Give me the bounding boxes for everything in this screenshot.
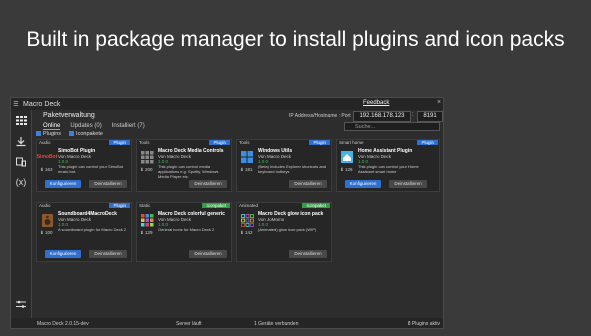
card-downloads: ⬇ 181: [240, 167, 253, 172]
card-downloads: ⬇ 100: [40, 230, 53, 235]
filter-row: Plugins Iconpakete: [36, 131, 103, 137]
ip-label: IP Address/Hostname : Port: [289, 113, 351, 119]
version-label: Macro Deck 2.0.15-dev: [37, 321, 89, 327]
package-card: Audio Plugin SimoBot SimoBot Plugin Von …: [36, 139, 132, 192]
configure-button[interactable]: Konfigurieren: [45, 180, 81, 188]
uninstall-button[interactable]: Deinstallieren: [189, 180, 227, 188]
card-badge: Plugin: [209, 140, 230, 145]
card-badge: Plugin: [109, 140, 130, 145]
card-description: (Animated) glow icon pack (WIP): [258, 227, 317, 232]
close-icon[interactable]: ×: [437, 99, 441, 106]
uninstall-button[interactable]: Deinstallieren: [289, 180, 327, 188]
window-menu-icon[interactable]: ☰: [11, 101, 21, 108]
configure-button[interactable]: Konfigurieren: [45, 250, 81, 258]
card-description: This plugin can control your Home Assist…: [358, 164, 419, 174]
tab-bar: Online Updates (0) Installiert (7): [43, 123, 145, 130]
status-bar: Macro Deck 2.0.15-dev Server läuft 1 Ger…: [11, 318, 443, 328]
uninstall-button[interactable]: Deinstallieren: [89, 180, 127, 188]
card-badge: Iconpaket: [302, 203, 330, 208]
package-manager: Paketverwaltung Online Updates (0) Insta…: [32, 110, 443, 318]
uninstall-button[interactable]: Deinstallieren: [189, 250, 227, 258]
card-badge: Plugin: [109, 203, 130, 208]
package-card: Static Iconpaket Macro Deck colorful gen…: [136, 202, 232, 262]
title-bar: ☰ Macro Deck Feedback ×: [11, 98, 443, 110]
ip-address-field[interactable]: 192.168.178.123: [353, 111, 411, 122]
card-category: Smart home: [339, 140, 364, 145]
card-category: Audio: [39, 140, 51, 145]
card-downloads: ⬇ 163: [40, 167, 53, 172]
glow-grid-icon: [240, 213, 254, 227]
card-category: Animated: [239, 203, 259, 208]
windows-icon: [240, 150, 254, 164]
package-card: Smart home Plugin Home Assistant Plugin …: [336, 139, 440, 192]
port-field[interactable]: 8191: [417, 111, 443, 122]
icon-grid-icon: [140, 213, 154, 227]
devices-icon[interactable]: [14, 157, 28, 169]
plugins-filter-checkbox[interactable]: Plugins: [36, 131, 61, 137]
package-card: Tools Plugin Macro Deck Media Controls V…: [136, 139, 232, 192]
home-icon: [340, 150, 354, 164]
page-title: Paketverwaltung: [43, 112, 95, 119]
media-grid-icon: [140, 150, 154, 164]
tab-online[interactable]: Online: [43, 123, 61, 130]
card-downloads: ⬇ 142: [240, 230, 253, 235]
connected-devices: 1 Geräte verbunden: [254, 321, 299, 327]
card-description: This plugin can control media applicatio…: [158, 164, 219, 179]
settings-icon[interactable]: [14, 300, 28, 312]
iconpacks-filter-label: Iconpakete: [76, 131, 103, 137]
card-description: This plugin can control your SimoBot mus…: [58, 164, 124, 174]
iconpacks-filter-checkbox[interactable]: Iconpakete: [69, 131, 103, 137]
simobot-icon: SimoBot: [36, 154, 58, 160]
port-separator: :: [412, 112, 414, 118]
search-input[interactable]: Suche...: [344, 122, 440, 131]
card-badge: Plugin: [417, 140, 438, 145]
configure-button[interactable]: Konfigurieren: [345, 180, 381, 188]
card-downloads: ⬇ 129: [140, 230, 153, 235]
card-category: Audio: [39, 203, 51, 208]
variables-icon[interactable]: (x): [14, 176, 28, 188]
feedback-link[interactable]: Feedback: [363, 100, 389, 106]
uninstall-button[interactable]: Deinstallieren: [389, 180, 427, 188]
card-downloads: ⬇ 126: [340, 167, 353, 172]
card-description: (Beta) Includes Explorer shortcuts and k…: [258, 164, 327, 174]
card-badge: Iconpaket: [202, 203, 230, 208]
server-status: Server läuft: [176, 321, 202, 327]
promo-caption: Built in package manager to install plug…: [26, 28, 565, 51]
uninstall-button[interactable]: Deinstallieren: [289, 250, 327, 258]
card-description: General icons for Macro Deck 2: [158, 227, 215, 232]
card-category: Static: [139, 203, 151, 208]
uninstall-button[interactable]: Deinstallieren: [89, 250, 127, 258]
package-card: Tools Plugin Windows Utils Von Macro Dec…: [236, 139, 332, 192]
sidebar: (x): [11, 110, 32, 318]
window-title: Macro Deck: [23, 100, 61, 108]
tab-updates[interactable]: Updates (0): [70, 123, 101, 130]
plugins-filter-label: Plugins: [43, 131, 62, 137]
active-plugins: 8 Plugins aktiv: [407, 321, 440, 327]
app-window: ☰ Macro Deck Feedback × (x) Paketverwalt…: [10, 97, 444, 329]
card-description: A soundboard plugin for Macro Deck 2: [58, 227, 127, 232]
card-category: Tools: [139, 140, 150, 145]
card-badge: Plugin: [309, 140, 330, 145]
package-card: Audio Plugin Soundboard4MacroDeck Von Ma…: [36, 202, 132, 262]
card-downloads: ⬇ 200: [140, 167, 153, 172]
download-icon[interactable]: [14, 137, 28, 149]
card-category: Tools: [239, 140, 250, 145]
tab-installed[interactable]: Installiert (7): [112, 123, 145, 130]
package-card: Animated Iconpaket Macro Deck glow icon …: [236, 202, 332, 262]
speaker-icon: [40, 213, 54, 227]
grid-icon[interactable]: [14, 116, 28, 128]
